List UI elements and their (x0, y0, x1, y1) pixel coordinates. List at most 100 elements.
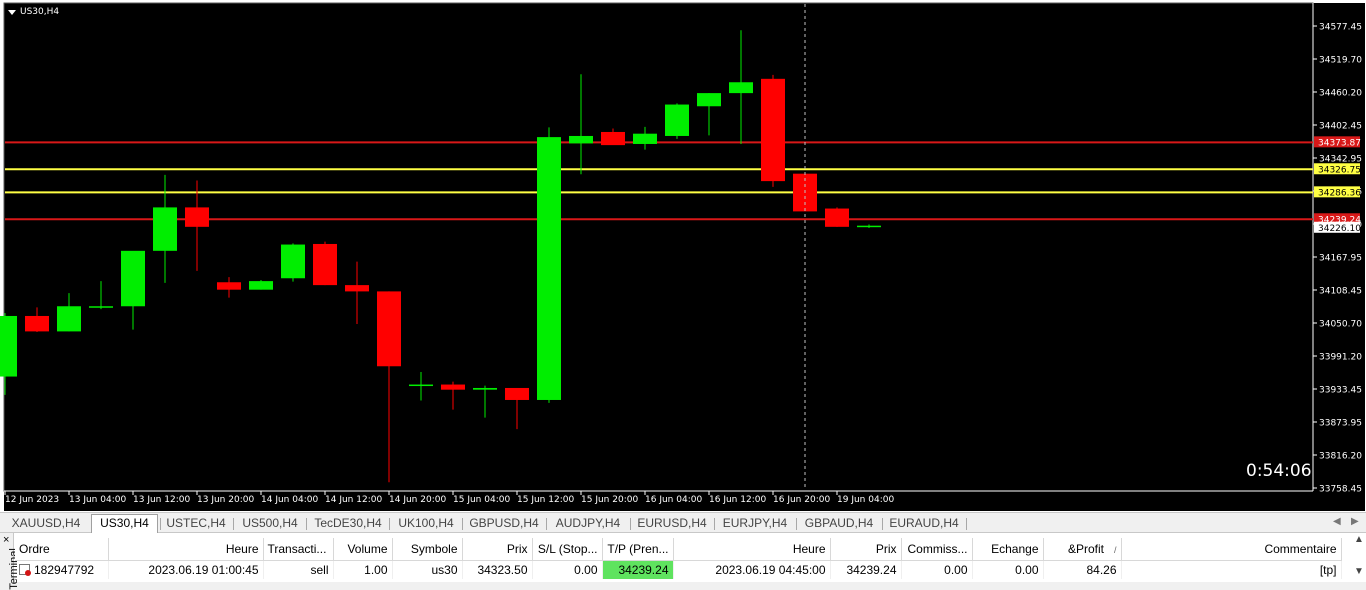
candle (281, 243, 305, 282)
price-axis-label: 33873.95 (1319, 419, 1362, 429)
terminal-side-bar: × Terminal (0, 533, 20, 590)
sort-icon: / (1113, 544, 1117, 555)
col-header-comment[interactable]: Commentaire (1121, 538, 1342, 561)
time-axis-label: 14 Jun 12:00 (325, 495, 382, 505)
chart-tabs-bar: XAUUSD,H4 US30,H4 USTEC,H4 US500,H4 TecD… (0, 512, 1366, 534)
col-header-tp[interactable]: T/P (Pren... (602, 538, 674, 561)
time-axis-label: 13 Jun 12:00 (133, 495, 190, 505)
table-row[interactable]: 182947792 2023.06.19 01:00:45 sell 1.00 … (15, 560, 1342, 579)
candle-body (217, 282, 241, 290)
level-tag-label: 34326.75 (1318, 165, 1361, 175)
cell-order: 182947792 (15, 560, 109, 579)
cell-sl: 0.00 (532, 560, 603, 579)
candle (761, 74, 785, 187)
cell-profit: 84.26 (1043, 560, 1122, 579)
col-header-open-price[interactable]: Prix (462, 538, 533, 561)
level-tag-label: 34286.36 (1318, 188, 1361, 198)
candle (313, 241, 337, 286)
col-header-profit[interactable]: &Profit / (1043, 538, 1122, 561)
candle (537, 127, 561, 403)
col-header-commission[interactable]: Commiss... (901, 538, 973, 561)
tab-scroll-right-icon[interactable]: ▶ (1351, 516, 1359, 527)
candle-body (569, 135, 593, 144)
candle-body (761, 78, 785, 182)
tab-xauusd[interactable]: XAUUSD,H4 (4, 515, 88, 533)
time-axis-label: 12 Jun 2023 (5, 495, 59, 505)
tab-gbpaud[interactable]: GBPAUD,H4 (799, 515, 879, 533)
current-price-tag-label: 34226.10 (1318, 224, 1361, 234)
cell-tp: 34239.24 (602, 560, 674, 579)
cell-close-time: 2023.06.19 04:45:00 (673, 560, 831, 579)
candle-body (89, 306, 113, 308)
cell-symbol: us30 (392, 560, 463, 579)
col-header-close-price[interactable]: Prix (830, 538, 902, 561)
candle-body (409, 384, 433, 387)
cell-swap: 0.00 (972, 560, 1044, 579)
candle-body (441, 384, 465, 390)
time-axis-label: 16 Jun 04:00 (645, 495, 702, 505)
col-header-symbol[interactable]: Symbole (392, 538, 463, 561)
price-axis-label: 33933.45 (1319, 386, 1362, 396)
col-header-close-time[interactable]: Heure (673, 538, 831, 561)
scroll-down-icon[interactable]: ▼ (1353, 566, 1365, 580)
tab-tecde30[interactable]: TecDE30,H4 (309, 515, 387, 533)
candle-body (665, 104, 689, 136)
candle-body (697, 93, 721, 107)
candle-body (153, 207, 177, 251)
candle-body (121, 250, 145, 307)
col-header-sl[interactable]: S/L (Stop... (532, 538, 603, 561)
tab-audjpy[interactable]: AUDJPY,H4 (549, 515, 627, 533)
tab-ustec[interactable]: USTEC,H4 (162, 515, 230, 533)
tab-us30[interactable]: US30,H4 (91, 514, 158, 534)
price-axis-label: 33758.45 (1319, 485, 1362, 495)
tab-eurusd[interactable]: EURUSD,H4 (633, 515, 711, 533)
time-axis-label: 16 Jun 12:00 (709, 495, 766, 505)
time-axis-label: 15 Jun 20:00 (581, 495, 638, 505)
candle-body (537, 137, 561, 400)
tab-uk100[interactable]: UK100,H4 (392, 515, 460, 533)
price-axis-label: 34519.70 (1319, 56, 1362, 66)
candle-body (345, 285, 369, 292)
scroll-up-icon[interactable]: ▲ (1353, 534, 1365, 548)
tab-us500[interactable]: US500,H4 (236, 515, 304, 533)
chart-window[interactable]: 34577.45 34519.70 34460.20 34402.45 34342.95… (0, 0, 1366, 512)
cell-type: sell (263, 560, 334, 579)
price-axis-label: 34167.95 (1319, 254, 1362, 264)
col-header-volume[interactable]: Volume (333, 538, 393, 561)
cell-close-price: 34239.24 (830, 560, 902, 579)
col-header-open-time[interactable]: Heure (108, 538, 264, 561)
candle-body (57, 306, 81, 332)
table-header-row: Ordre Heure Transacti... Volume Symbole … (15, 538, 1342, 561)
tab-euraud[interactable]: EURAUD,H4 (884, 515, 964, 533)
col-header-order[interactable]: Ordre (15, 538, 109, 561)
candle-body (377, 291, 401, 367)
chart-symbol-label: US30,H4 (20, 7, 60, 17)
price-chart[interactable]: 34577.45 34519.70 34460.20 34402.45 34342.95… (0, 0, 1366, 512)
time-axis-label: 15 Jun 12:00 (517, 495, 574, 505)
close-icon[interactable]: × (3, 534, 9, 546)
col-header-swap[interactable]: Echange (972, 538, 1044, 561)
price-axis-label: 34577.45 (1319, 23, 1362, 33)
candle-body (249, 281, 273, 290)
candle-body (825, 208, 849, 227)
candle-body (25, 315, 49, 332)
price-axis-label: 34402.45 (1319, 122, 1362, 132)
bar-countdown-timer: 0:54:06 (1246, 461, 1312, 481)
cell-volume: 1.00 (333, 560, 393, 579)
dropdown-arrow-icon[interactable] (8, 9, 16, 15)
time-axis-label: 15 Jun 04:00 (453, 495, 510, 505)
time-axis-label: 16 Jun 20:00 (773, 495, 830, 505)
col-header-type[interactable]: Transacti... (263, 538, 334, 561)
col-header-profit-label: &Profit (1067, 541, 1104, 556)
candle-body (0, 315, 17, 377)
history-table: Ordre Heure Transacti... Volume Symbole … (15, 538, 1342, 579)
chart-title[interactable]: US30,H4 (8, 5, 59, 19)
candle-body (473, 387, 497, 390)
cell-open-time: 2023.06.19 01:00:45 (108, 560, 264, 579)
candle-body (281, 244, 305, 279)
candle (825, 207, 849, 227)
tab-gbpusd[interactable]: GBPUSD,H4 (465, 515, 543, 533)
tab-eurjpy[interactable]: EURJPY,H4 (717, 515, 793, 533)
tab-scroll-left-icon[interactable]: ◀ (1333, 516, 1341, 527)
time-axis-label: 13 Jun 20:00 (197, 495, 254, 505)
